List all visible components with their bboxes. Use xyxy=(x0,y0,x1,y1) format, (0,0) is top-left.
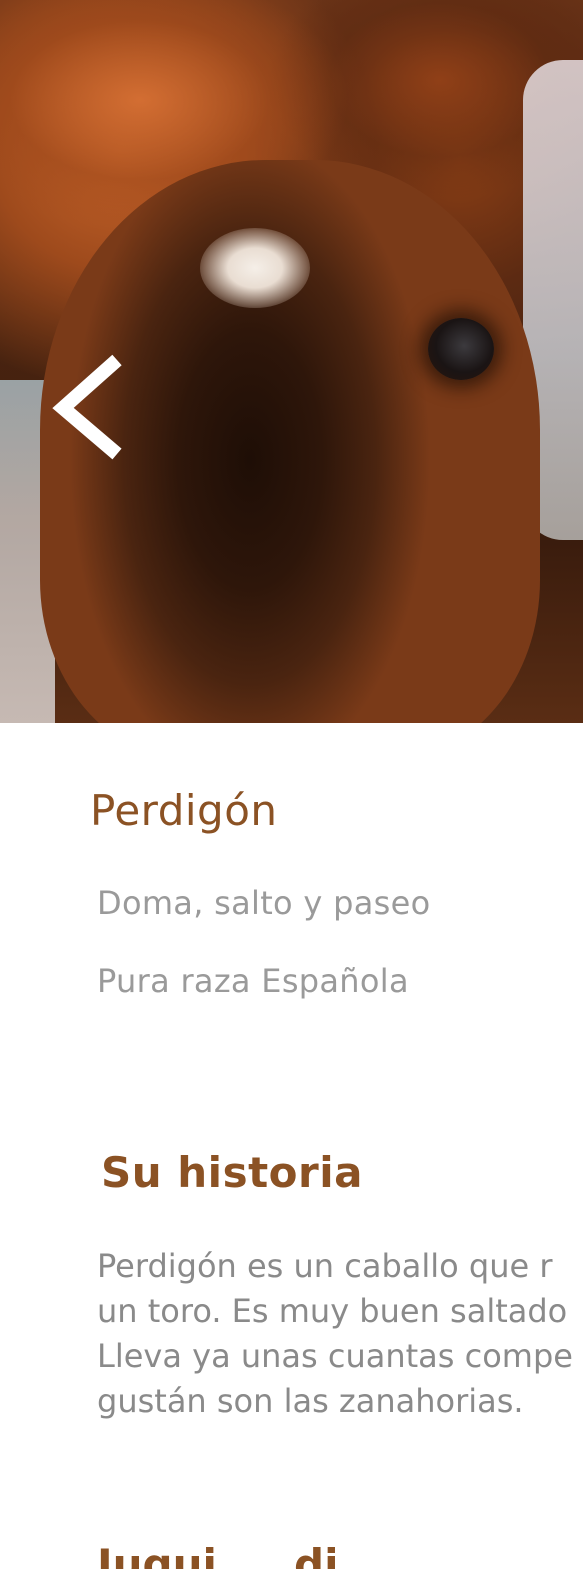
history-line: un toro. Es muy buen saltado xyxy=(97,1292,568,1330)
hero-image xyxy=(0,0,583,723)
history-line: Lleva ya unas cuantas compe xyxy=(97,1337,573,1375)
horse-breed: Pura raza Española xyxy=(97,962,409,1000)
horse-name: Perdigón xyxy=(90,786,278,835)
horse-eye xyxy=(428,318,494,380)
history-text: Perdigón es un caballo que r un toro. Es… xyxy=(97,1244,583,1424)
history-line: Perdigón es un caballo que r xyxy=(97,1247,553,1285)
next-section-title: Jugui ... di xyxy=(97,1540,339,1569)
history-title: Su historia xyxy=(101,1148,363,1197)
horse-disciplines: Doma, salto y paseo xyxy=(97,884,431,922)
chevron-left-icon xyxy=(52,354,122,460)
forehead-star xyxy=(200,228,310,308)
horse-detail-page: Perdigón Doma, salto y paseo Pura raza E… xyxy=(0,0,583,1569)
back-button[interactable] xyxy=(40,345,130,465)
history-line: gustán son las zanahorias. xyxy=(97,1382,524,1420)
